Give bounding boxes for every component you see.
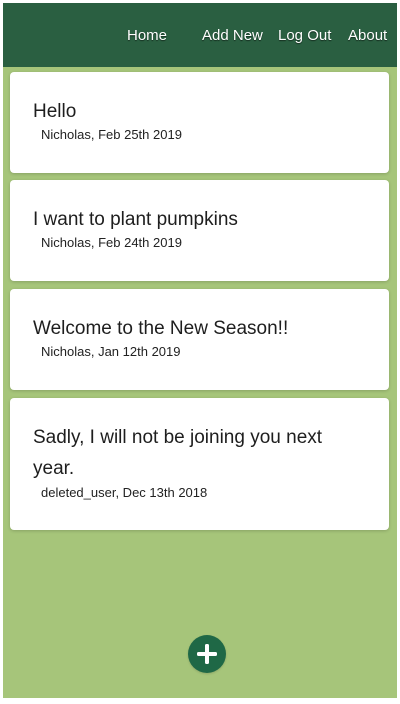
post-title: Hello bbox=[33, 101, 77, 122]
post-card[interactable]: I want to plant pumpkins Nicholas, Feb 2… bbox=[10, 180, 389, 281]
nav-about-link[interactable]: About bbox=[348, 27, 387, 45]
post-title: Sadly, I will not be joining you next ye… bbox=[33, 427, 323, 479]
add-post-button[interactable] bbox=[188, 635, 226, 673]
nav-log-out-link[interactable]: Log Out bbox=[278, 27, 331, 45]
post-title: I want to plant pumpkins bbox=[33, 209, 238, 230]
top-navigation-bar: Home Add New Log Out About bbox=[3, 3, 397, 67]
post-author-date: Nicholas, Feb 25th 2019 bbox=[41, 127, 182, 142]
post-title: Welcome to the New Season!! bbox=[33, 318, 289, 339]
post-card[interactable]: Sadly, I will not be joining you next ye… bbox=[10, 398, 389, 530]
post-card[interactable]: Welcome to the New Season!! Nicholas, Ja… bbox=[10, 289, 389, 390]
post-card[interactable]: Hello Nicholas, Feb 25th 2019 bbox=[10, 72, 389, 173]
plus-icon bbox=[197, 644, 217, 664]
post-author-date: Nicholas, Feb 24th 2019 bbox=[41, 235, 182, 250]
nav-add-new-link[interactable]: Add New bbox=[202, 27, 263, 45]
post-author-date: Nicholas, Jan 12th 2019 bbox=[41, 344, 181, 359]
nav-home-link[interactable]: Home bbox=[127, 27, 167, 45]
post-author-date: deleted_user, Dec 13th 2018 bbox=[41, 485, 208, 500]
app-container: Home Add New Log Out About Hello Nichola… bbox=[3, 3, 397, 698]
